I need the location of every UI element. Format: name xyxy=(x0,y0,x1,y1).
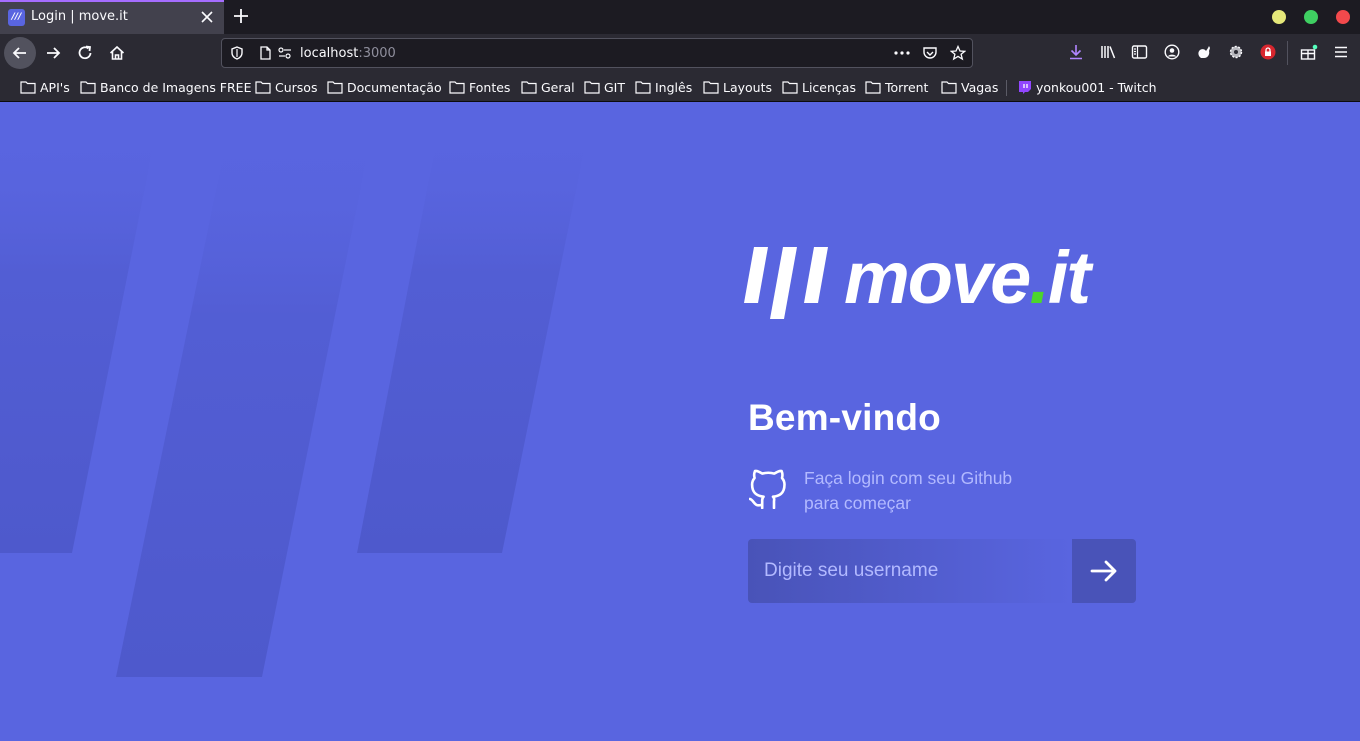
tab-title: Login | move.it xyxy=(31,9,128,24)
back-button[interactable] xyxy=(4,37,36,69)
folder-icon xyxy=(782,81,798,94)
library-icon[interactable] xyxy=(1100,44,1117,60)
bookmark-folder-ingles[interactable]: Inglês xyxy=(635,79,692,95)
arrow-right-icon xyxy=(1090,560,1117,582)
bookmark-folder-geral[interactable]: Geral xyxy=(521,79,575,95)
pocket-icon[interactable] xyxy=(922,45,938,61)
bookmark-label: Layouts xyxy=(723,79,773,95)
bookmark-label: Banco de Imagens FREE xyxy=(100,79,252,95)
login-page: move.it Bem-vindo Faça login com seu Git… xyxy=(0,102,1360,741)
bookmark-star-icon[interactable] xyxy=(950,45,966,61)
url-text[interactable]: localhost:3000 xyxy=(300,46,396,61)
folder-icon xyxy=(80,81,96,94)
logo-word: move xyxy=(844,239,1030,319)
logo-suffix: it xyxy=(1048,239,1095,319)
github-login-text: Faça login com seu Github para começar xyxy=(804,466,1064,516)
maximize-button[interactable] xyxy=(1304,10,1318,24)
url-bar[interactable]: localhost:3000 xyxy=(221,38,973,68)
folder-icon xyxy=(255,81,271,94)
bookmark-label: Inglês xyxy=(655,79,693,95)
minimize-button[interactable] xyxy=(1272,10,1286,24)
login-form xyxy=(748,539,1136,603)
folder-icon xyxy=(449,81,465,94)
bookmark-folder-cursos[interactable]: Cursos xyxy=(255,79,317,95)
reload-button[interactable] xyxy=(69,37,101,69)
home-button[interactable] xyxy=(101,37,133,69)
bookmark-folder-layouts[interactable]: Layouts xyxy=(703,79,772,95)
github-icon xyxy=(749,469,786,509)
new-tab-icon[interactable] xyxy=(231,6,251,26)
svg-text:move.it: move.it xyxy=(844,239,1094,319)
github-text-line1: Faça login com seu Github xyxy=(804,468,1013,488)
bookmarks-toolbar: API's Banco de Imagens FREE Cursos Docum… xyxy=(0,72,1360,102)
bookmark-label: Licenças xyxy=(802,79,856,95)
folder-icon xyxy=(327,81,343,94)
lock-extension-icon[interactable] xyxy=(1260,44,1276,60)
toolbar-separator xyxy=(1287,41,1288,65)
bookmark-folder-documentacao[interactable]: Documentação xyxy=(327,79,442,95)
bookmark-label: API's xyxy=(40,79,70,95)
bookmark-label: yonkou001 - Twitch xyxy=(1036,79,1157,95)
github-text-line2: para começar xyxy=(804,493,911,513)
bookmark-label: Documentação xyxy=(347,79,442,95)
bookmark-label: Geral xyxy=(541,79,575,95)
bookmark-folder-fontes[interactable]: Fontes xyxy=(449,79,510,95)
folder-icon xyxy=(703,81,719,94)
moveit-logo: move.it xyxy=(744,239,1096,319)
shield-icon[interactable] xyxy=(229,45,245,61)
submit-button[interactable] xyxy=(1072,539,1136,603)
bookmark-label: Vagas xyxy=(961,79,999,95)
forward-button[interactable] xyxy=(37,37,69,69)
tab-bar: /// Login | move.it xyxy=(0,0,1360,34)
page-icon[interactable] xyxy=(257,45,273,61)
background-stripes-art xyxy=(0,122,590,677)
username-input[interactable] xyxy=(748,539,1072,603)
bookmark-label: Torrent xyxy=(885,79,929,95)
settings-extension-icon[interactable] xyxy=(1228,44,1244,60)
bookmark-folder-licencas[interactable]: Licenças xyxy=(782,79,856,95)
extensions-icon[interactable] xyxy=(1300,44,1318,60)
folder-icon xyxy=(941,81,957,94)
arrow-right-icon xyxy=(47,47,61,59)
folder-icon xyxy=(865,81,881,94)
bookmark-folder-git[interactable]: GIT xyxy=(584,79,625,95)
tab-login[interactable]: /// Login | move.it xyxy=(0,0,224,34)
more-actions-icon[interactable] xyxy=(893,45,911,61)
download-icon[interactable] xyxy=(1068,44,1084,60)
folder-icon xyxy=(521,81,537,94)
close-icon[interactable] xyxy=(198,8,216,26)
bookmark-separator xyxy=(1006,80,1007,96)
reload-icon xyxy=(78,45,92,60)
welcome-heading: Bem-vindo xyxy=(748,397,941,438)
twitch-icon xyxy=(1019,80,1031,94)
moveit-favicon-icon: /// xyxy=(8,9,25,26)
bookmark-label: GIT xyxy=(604,79,626,95)
arrow-left-icon xyxy=(12,47,26,59)
permissions-icon[interactable] xyxy=(277,45,293,61)
bookmark-twitch[interactable]: yonkou001 - Twitch xyxy=(1017,79,1157,95)
bookmark-label: Fontes xyxy=(469,79,511,95)
close-window-button[interactable] xyxy=(1336,10,1350,24)
gnome-extension-icon[interactable] xyxy=(1196,44,1212,60)
folder-icon xyxy=(635,81,651,94)
bookmark-folder-vagas[interactable]: Vagas xyxy=(941,79,998,95)
logo-dot: . xyxy=(1029,239,1048,319)
sidebar-icon[interactable] xyxy=(1131,44,1148,60)
folder-icon xyxy=(20,81,36,94)
home-icon xyxy=(109,45,125,60)
bookmark-folder-torrent[interactable]: Torrent xyxy=(865,79,928,95)
logo-mark xyxy=(744,247,828,319)
bookmark-label: Cursos xyxy=(275,79,318,95)
account-icon[interactable] xyxy=(1164,44,1180,60)
bookmark-folder-banco-de-imagens[interactable]: Banco de Imagens FREE xyxy=(80,79,251,95)
bookmark-folder-apis[interactable]: API's xyxy=(20,79,70,95)
hamburger-menu-icon[interactable] xyxy=(1333,44,1349,60)
navigation-toolbar: localhost:3000 xyxy=(0,34,1360,72)
folder-icon xyxy=(584,81,600,94)
